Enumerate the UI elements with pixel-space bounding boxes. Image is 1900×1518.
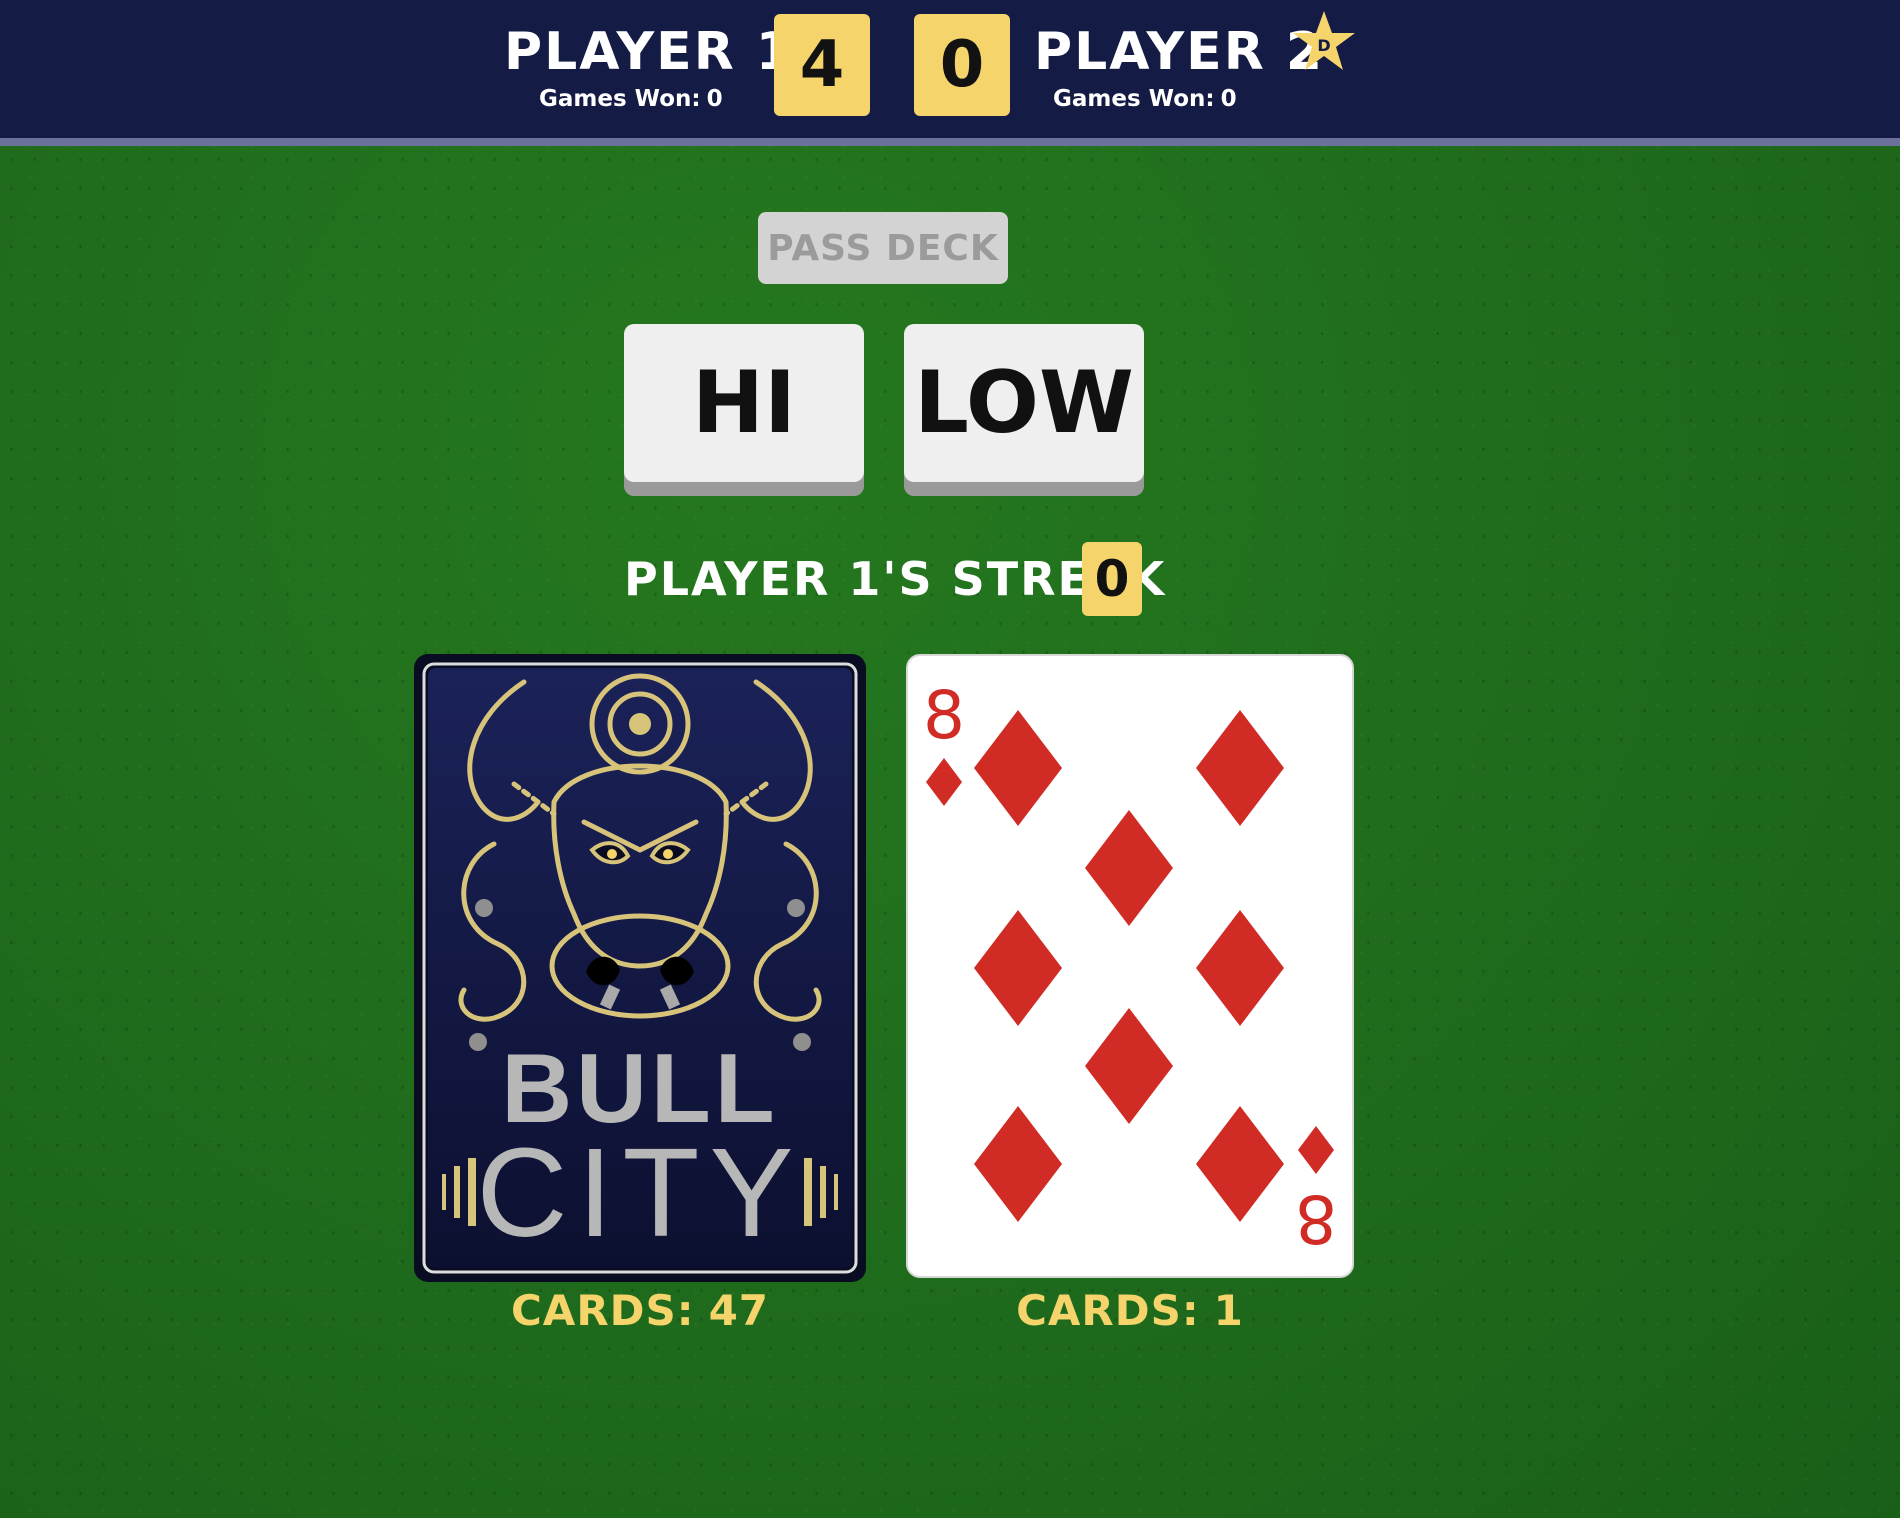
left-upper-dot (475, 899, 493, 917)
right-pupil (663, 849, 673, 859)
pip-diamond-icon (1196, 910, 1284, 1026)
pip-diamond-icon (1085, 1008, 1173, 1124)
dealer-star-icon: D (1293, 11, 1355, 70)
scoreboard-header: PLAYER 1 Games Won: 0 4 0 PLAYER 2 Games … (0, 0, 1900, 146)
pile-count-value: 1 (1213, 1286, 1244, 1335)
deck-count-label: CARDS: (510, 1286, 695, 1335)
player-2-games-won: Games Won: 0 (1053, 88, 1237, 111)
bottom-right-rank: 8 (1295, 1180, 1337, 1257)
player-1-games-won-label: Games Won: (539, 86, 701, 112)
dealer-letter: D (1317, 36, 1330, 55)
deck-count-value: 47 (708, 1286, 770, 1335)
top-left-rank: 8 (923, 677, 965, 754)
top-left-suit-diamond-icon (926, 758, 962, 806)
left-pupil (607, 849, 617, 859)
pip-diamond-icon (1196, 1106, 1284, 1222)
sun-disc-center (629, 713, 651, 735)
hi-button[interactable]: HI (624, 324, 864, 482)
player-2-games-won-value: 0 (1220, 86, 1237, 112)
player-1-name: PLAYER 1 (504, 22, 795, 82)
player-2-games-won-label: Games Won: (1053, 86, 1215, 112)
left-lower-dot (469, 1033, 487, 1051)
pip-diamond-icon (1196, 710, 1284, 826)
deck-card-count: CARDS: 47 (414, 1290, 866, 1332)
pile-count-label: CARDS: (1016, 1286, 1200, 1335)
streak-value: 0 (1082, 542, 1142, 616)
right-upper-dot (787, 899, 805, 917)
pip-diamond-icon (974, 910, 1062, 1026)
player-1-score: 4 (774, 14, 870, 116)
right-lower-dot (793, 1033, 811, 1051)
pip-diamond-icon (974, 710, 1062, 826)
face-up-card-8-of-diamonds: 8 8 (906, 654, 1354, 1278)
pile-card-count: CARDS: 1 (906, 1290, 1354, 1332)
low-button[interactable]: LOW (904, 324, 1144, 482)
player-1-games-won: Games Won: 0 (539, 88, 723, 111)
pip-diamond-icon (974, 1106, 1062, 1222)
card-back-brand-city: CITY (476, 1122, 803, 1263)
player-1-games-won-value: 0 (706, 86, 723, 112)
bull-city-card-back-art: BULL CITY (417, 657, 863, 1279)
player-2-name: PLAYER 2 (1034, 22, 1325, 82)
draw-deck-card-back[interactable]: BULL CITY (414, 654, 866, 1282)
player-2-score: 0 (914, 14, 1010, 116)
eight-of-diamonds-face: 8 8 (923, 677, 1337, 1257)
bottom-right-suit-diamond-icon (1298, 1126, 1334, 1174)
pass-deck-button[interactable]: PASS DECK (758, 212, 1008, 284)
pip-diamond-icon (1085, 810, 1173, 926)
